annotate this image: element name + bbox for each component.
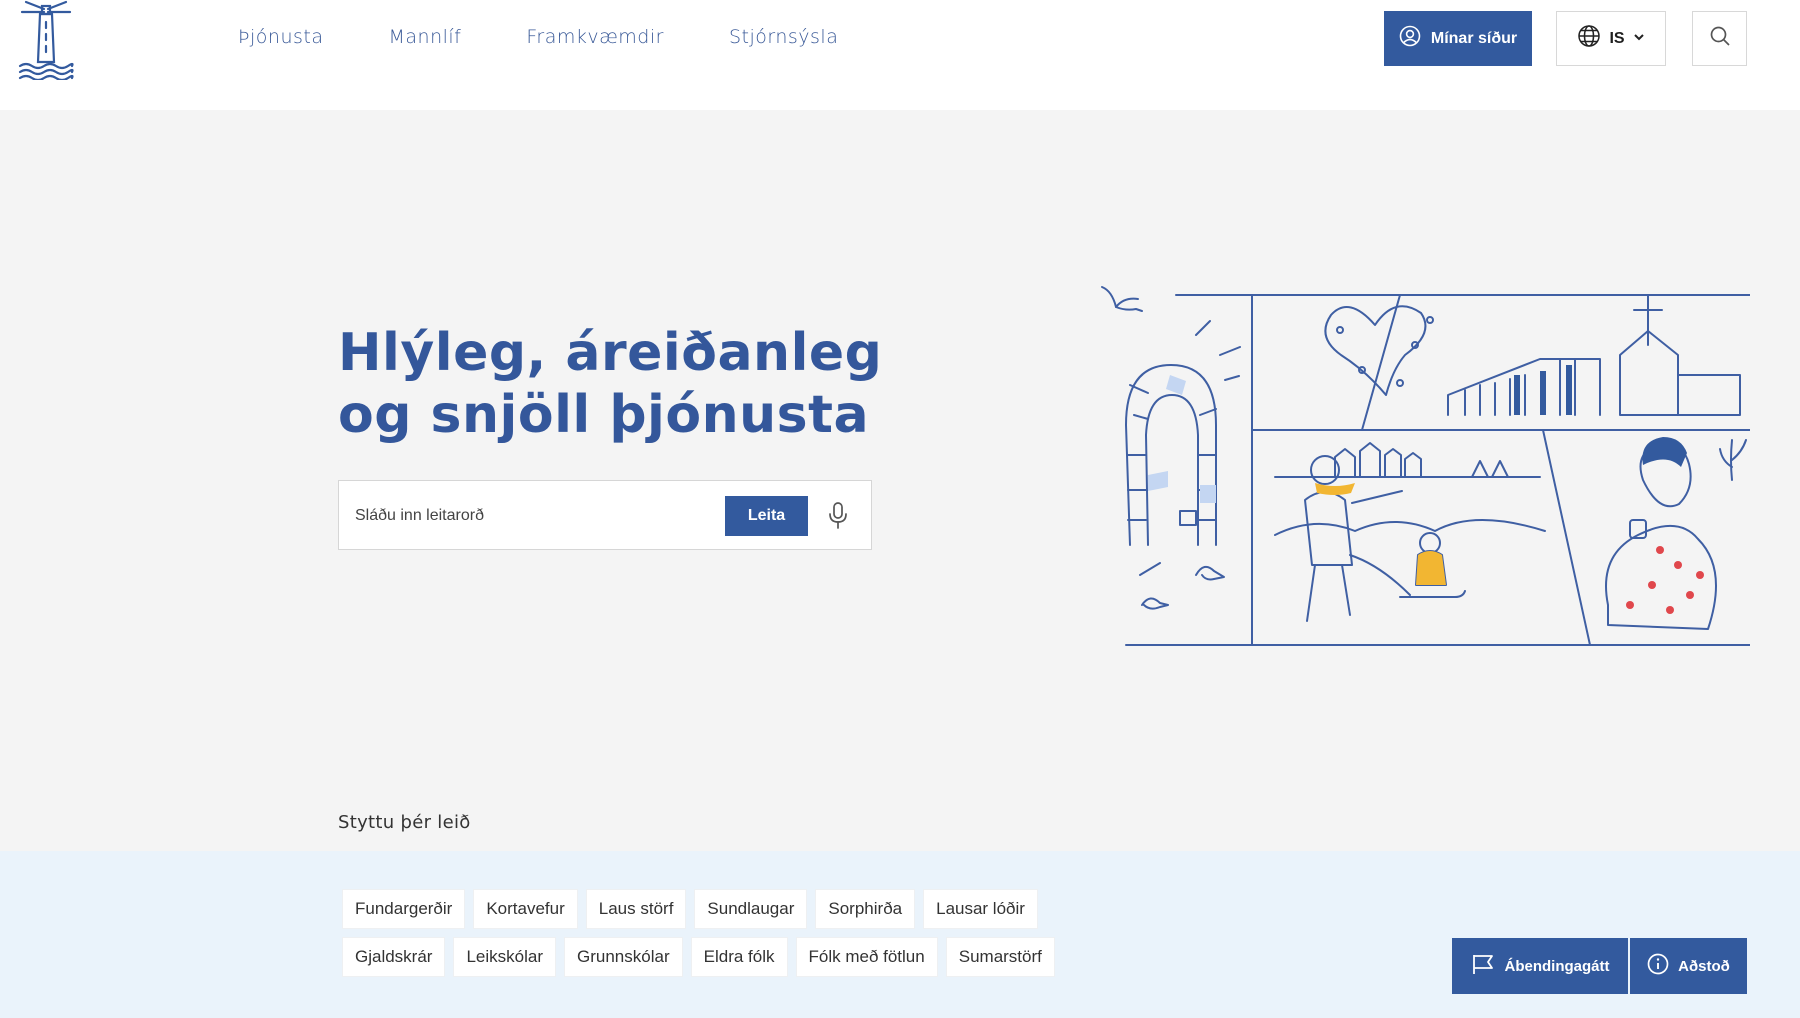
- site-header: Þjónusta Mannlíf Framkvæmdir Stjórnsýsla…: [0, 0, 1800, 110]
- search-input[interactable]: [355, 503, 715, 529]
- help-label: Aðstoð: [1678, 957, 1730, 975]
- shortcut-list: Fundargerðir Kortavefur Laus störf Sundl…: [342, 889, 1102, 977]
- info-icon: [1647, 953, 1669, 979]
- chevron-down-icon: [1633, 30, 1645, 48]
- header-search-button[interactable]: [1692, 11, 1747, 66]
- town-life-illustration: [1100, 275, 1751, 650]
- shortcut-sundlaugar[interactable]: Sundlaugar: [694, 889, 808, 929]
- hero-title-line1: Hlýleg, áreiðanleg: [338, 323, 883, 383]
- shortcut-lausar-lodir[interactable]: Lausar lóðir: [923, 889, 1038, 929]
- nav-item-mannlif[interactable]: Mannlíf: [388, 22, 461, 52]
- shortcut-gjaldskrar[interactable]: Gjaldskrár: [342, 937, 446, 977]
- nav-item-framkvaemdir[interactable]: Framkvæmdir: [526, 22, 664, 52]
- help-button[interactable]: Aðstoð: [1630, 938, 1747, 994]
- feedback-button[interactable]: Ábendingagátt: [1452, 938, 1628, 994]
- flag-icon: [1471, 953, 1495, 979]
- shortcuts-title: Styttu þér leið: [338, 812, 471, 833]
- hero-title-line2: og snjöll þjónusta: [338, 385, 870, 445]
- my-pages-button[interactable]: Mínar síður: [1384, 11, 1532, 66]
- language-label: IS: [1609, 29, 1625, 47]
- shortcut-sumarstorf[interactable]: Sumarstörf: [945, 937, 1055, 977]
- search-icon: [1709, 25, 1731, 52]
- main-nav: Þjónusta Mannlíf Framkvæmdir Stjórnsýsla: [238, 22, 838, 52]
- feedback-label: Ábendingagátt: [1504, 957, 1610, 975]
- hero-title: Hlýleg, áreiðanleg og snjöll þjónusta: [338, 322, 898, 446]
- globe-icon: [1577, 24, 1601, 53]
- shortcut-grunnskolar[interactable]: Grunnskólar: [564, 937, 683, 977]
- shortcut-kortavefur[interactable]: Kortavefur: [473, 889, 578, 929]
- shortcut-folk-med-fotlun[interactable]: Fólk með fötlun: [795, 937, 938, 977]
- lighthouse-logo-graphic: [18, 0, 74, 82]
- shortcut-leikskolar[interactable]: Leikskólar: [453, 937, 557, 977]
- microphone-icon[interactable]: [825, 501, 851, 531]
- lighthouse-logo[interactable]: [18, 0, 74, 82]
- language-selector[interactable]: IS: [1556, 11, 1666, 66]
- shortcut-fundargerdir[interactable]: Fundargerðir: [342, 889, 466, 929]
- my-pages-label: Mínar síður: [1430, 29, 1518, 47]
- hero-search-box: Leita: [338, 480, 872, 550]
- user-icon: [1399, 25, 1421, 52]
- shortcut-eldra-folk[interactable]: Eldra fólk: [690, 937, 788, 977]
- nav-item-thjonusta[interactable]: Þjónusta: [238, 22, 323, 52]
- shortcut-sorphirda[interactable]: Sorphirða: [815, 889, 916, 929]
- search-submit-button[interactable]: Leita: [725, 496, 808, 536]
- shortcut-laus-storf[interactable]: Laus störf: [585, 889, 687, 929]
- nav-item-stjornsysla[interactable]: Stjórnsýsla: [729, 22, 838, 52]
